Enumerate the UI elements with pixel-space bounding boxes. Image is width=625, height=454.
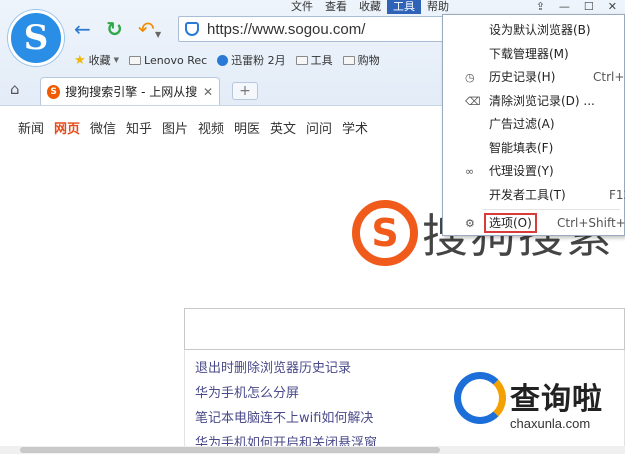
address-bar[interactable]: https://www.sogou.com/ bbox=[178, 16, 453, 42]
menu-item-label: 代理设置(Y) bbox=[489, 164, 554, 178]
link-icon: ∞ bbox=[465, 165, 475, 178]
channel-news[interactable]: 新闻 bbox=[18, 118, 54, 137]
menu-item-label: 选项(O) bbox=[484, 213, 537, 233]
menu-item-label: 历史记录(H) bbox=[489, 70, 556, 84]
menu-item-clear-history[interactable]: ⌫ 清除浏览记录(D) ... bbox=[443, 90, 624, 114]
chaxunla-logo-icon bbox=[454, 372, 506, 424]
new-tab-button[interactable]: + bbox=[232, 82, 258, 100]
channel-wenwen[interactable]: 问问 bbox=[306, 118, 342, 137]
sogou-favicon: S bbox=[47, 84, 61, 99]
sogou-mark-icon: S bbox=[352, 200, 418, 266]
channel-zhihu[interactable]: 知乎 bbox=[126, 118, 162, 137]
menu-bar: 文件 查看 收藏 工具 帮助 bbox=[285, 0, 455, 14]
menu-file[interactable]: 文件 bbox=[285, 0, 319, 14]
channel-web[interactable]: 网页 bbox=[54, 118, 90, 137]
clock-icon: ◷ bbox=[465, 71, 475, 84]
bookmark-favorites[interactable]: ★ 收藏 ▼ bbox=[74, 52, 119, 68]
minimize-button[interactable]: — bbox=[559, 0, 570, 13]
skin-icon[interactable]: ⇪ bbox=[536, 0, 545, 13]
thunder-icon bbox=[217, 54, 229, 66]
menu-item-set-default[interactable]: 设为默认浏览器(B) bbox=[443, 19, 624, 43]
menu-item-shortcut: Ctrl+H bbox=[593, 70, 625, 84]
address-url[interactable]: https://www.sogou.com/ bbox=[207, 21, 365, 38]
home-icon[interactable]: ⌂ bbox=[10, 80, 20, 98]
back-button[interactable]: ← bbox=[74, 18, 91, 40]
bookmark-label: 迅雷粉 2月 bbox=[231, 54, 286, 67]
menu-view[interactable]: 查看 bbox=[319, 0, 353, 14]
star-icon: ★ bbox=[74, 52, 86, 68]
bookmark-label: 工具 bbox=[310, 54, 333, 67]
menu-item-download-manager[interactable]: 下载管理器(M) bbox=[443, 43, 624, 67]
tools-dropdown-menu: 设为默认浏览器(B) 下载管理器(M) ◷ 历史记录(H) Ctrl+H ⌫ 清… bbox=[442, 14, 625, 236]
refresh-button[interactable]: ↻ bbox=[106, 18, 123, 40]
channel-weixin[interactable]: 微信 bbox=[90, 118, 126, 137]
watermark-url: chaxunla.com bbox=[510, 416, 591, 431]
horizontal-scrollbar[interactable] bbox=[0, 446, 625, 454]
search-channels: 新闻 网页 微信 知乎 图片 视频 明医 英文 问问 学术 bbox=[18, 118, 378, 137]
close-window-button[interactable]: ✕ bbox=[608, 0, 617, 13]
scrollbar-thumb[interactable] bbox=[20, 447, 440, 453]
menu-item-shortcut: F12 bbox=[609, 187, 625, 202]
folder-icon bbox=[342, 55, 355, 65]
menu-item-proxy[interactable]: ∞ 代理设置(Y) bbox=[443, 160, 624, 184]
menu-item-label: 设为默认浏览器(B) bbox=[489, 23, 591, 37]
menu-item-label: 智能填表(F) bbox=[489, 140, 554, 155]
folder-icon bbox=[129, 55, 142, 65]
menu-help[interactable]: 帮助 bbox=[421, 0, 455, 14]
menu-item-label: 清除浏览记录(D) ... bbox=[489, 93, 595, 108]
bookmark-thunder[interactable]: 迅雷粉 2月 bbox=[217, 52, 286, 68]
search-input[interactable] bbox=[184, 308, 625, 350]
folder-icon bbox=[295, 55, 308, 65]
menu-item-shortcut: Ctrl+Shift+O bbox=[557, 216, 625, 230]
gear-icon: ⚙ bbox=[465, 217, 475, 230]
bookmark-label: 购物 bbox=[357, 54, 380, 67]
tab-sogou[interactable]: S 搜狗搜索引擎 - 上网从搜 ✕ bbox=[40, 77, 220, 105]
channel-academic[interactable]: 学术 bbox=[342, 118, 378, 137]
channel-english[interactable]: 英文 bbox=[270, 118, 306, 137]
maximize-button[interactable]: ☐ bbox=[584, 0, 594, 13]
channel-images[interactable]: 图片 bbox=[162, 118, 198, 137]
bookmarks-bar: ★ 收藏 ▼ Lenovo Rec 迅雷粉 2月 工具 购物 bbox=[74, 50, 380, 70]
tab-title: 搜狗搜索引擎 - 上网从搜 bbox=[65, 85, 198, 99]
close-icon[interactable]: ✕ bbox=[203, 85, 213, 99]
menu-item-autofill[interactable]: 智能填表(F) bbox=[443, 137, 624, 161]
window-controls: ⇪ — ☐ ✕ bbox=[536, 0, 625, 13]
bookmark-lenovo[interactable]: Lenovo Rec bbox=[129, 54, 207, 67]
menu-favorites[interactable]: 收藏 bbox=[353, 0, 387, 14]
channel-medical[interactable]: 明医 bbox=[234, 118, 270, 137]
channel-video[interactable]: 视频 bbox=[198, 118, 234, 137]
chaxunla-watermark: 查询啦 chaxunla.com bbox=[448, 366, 625, 454]
undo-close-button[interactable]: ↶ bbox=[138, 18, 155, 40]
menu-item-options[interactable]: ⚙ 选项(O) Ctrl+Shift+O bbox=[443, 212, 625, 236]
menu-item-label: 开发者工具(T) bbox=[489, 187, 566, 202]
bookmark-shopping[interactable]: 购物 bbox=[342, 52, 380, 68]
bookmark-label: Lenovo Rec bbox=[144, 53, 208, 67]
watermark-name: 查询啦 bbox=[510, 382, 603, 417]
menu-tools[interactable]: 工具 bbox=[387, 0, 421, 14]
sogou-browser-logo[interactable]: S bbox=[8, 10, 64, 66]
eraser-icon: ⌫ bbox=[465, 94, 481, 108]
chevron-down-icon: ▼ bbox=[113, 56, 120, 64]
undo-dropdown-icon[interactable]: ▼ bbox=[155, 24, 161, 46]
menu-item-label: 广告过滤(A) bbox=[489, 117, 555, 131]
shield-icon bbox=[185, 22, 199, 36]
menu-item-label: 下载管理器(M) bbox=[489, 46, 569, 61]
menu-item-devtools[interactable]: 开发者工具(T) F12 bbox=[443, 184, 625, 208]
bookmark-label: 收藏 bbox=[88, 54, 111, 67]
bookmark-tools[interactable]: 工具 bbox=[295, 52, 333, 68]
menu-item-history[interactable]: ◷ 历史记录(H) Ctrl+H bbox=[443, 66, 625, 90]
menu-item-ad-filter[interactable]: 广告过滤(A) bbox=[443, 113, 624, 137]
menu-separator bbox=[483, 209, 620, 210]
